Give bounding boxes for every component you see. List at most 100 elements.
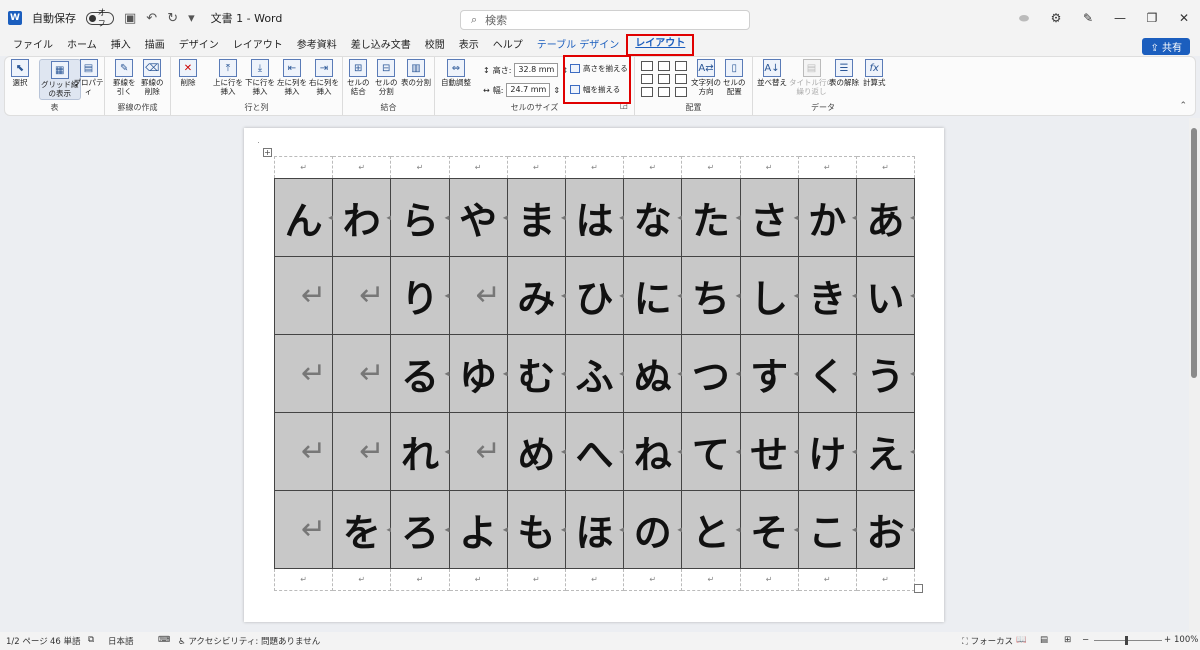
collapse-ribbon-icon[interactable]: ⌃ xyxy=(1179,101,1187,111)
kana-cell[interactable]: ↵ xyxy=(273,490,334,569)
spacer-cell[interactable]: ↵ xyxy=(390,568,450,591)
kana-cell[interactable]: ひ ◂ xyxy=(564,256,625,335)
kana-cell[interactable]: あ ◂ xyxy=(855,178,916,257)
spacer-cell[interactable]: ↵ xyxy=(390,156,450,179)
align-bottom-left-icon[interactable] xyxy=(641,87,653,97)
kana-cell[interactable]: ゆ ◂ xyxy=(448,334,508,413)
draw-table-button[interactable]: ✎ 罫線を 引く xyxy=(113,59,136,96)
kana-cell[interactable]: え ◂ xyxy=(855,412,916,491)
spacer-cell[interactable]: ↵ xyxy=(273,568,334,591)
kana-cell[interactable]: て ◂ xyxy=(681,412,741,491)
tab-references[interactable]: 参考資料 xyxy=(290,36,344,56)
align-top-right-icon[interactable] xyxy=(675,61,687,71)
tab-review[interactable]: 校閲 xyxy=(418,36,452,56)
align-bottom-center-icon[interactable] xyxy=(658,87,670,97)
kana-cell[interactable]: た ◂ xyxy=(681,178,741,257)
spacer-cell[interactable]: ↵ xyxy=(739,156,799,179)
tab-view[interactable]: 表示 xyxy=(452,36,486,56)
language[interactable]: 日本語 xyxy=(108,635,134,647)
kana-cell[interactable]: け ◂ xyxy=(797,412,857,491)
kana-cell[interactable]: な ◂ xyxy=(623,178,683,257)
kana-cell[interactable]: は ◂ xyxy=(564,178,625,257)
properties-button[interactable]: ▤ プロパティ xyxy=(73,59,104,96)
tab-layout[interactable]: レイアウト xyxy=(226,36,290,56)
align-center-left-icon[interactable] xyxy=(641,74,653,84)
split-cells-button[interactable]: ⊟ セルの 分割 xyxy=(375,59,398,96)
undo-icon[interactable]: ↶ xyxy=(146,11,157,26)
spacer-cell[interactable]: ↵ xyxy=(797,568,857,591)
spacer-cell[interactable]: ↵ xyxy=(797,156,857,179)
distribute-rows-button[interactable]: 高さを揃える xyxy=(570,63,628,74)
spacer-cell[interactable]: ↵ xyxy=(855,568,916,591)
tab-mailings[interactable]: 差し込み文書 xyxy=(344,36,418,56)
kana-cell[interactable]: わ ◂ xyxy=(332,178,392,257)
spacer-cell[interactable]: ↵ xyxy=(855,156,916,179)
settings-icon[interactable]: ⚙ xyxy=(1040,11,1072,25)
tab-home[interactable]: ホーム xyxy=(60,36,104,56)
restore-button[interactable]: ❐ xyxy=(1136,11,1168,25)
kana-cell[interactable]: う ◂ xyxy=(855,334,916,413)
kana-cell[interactable]: ↵ xyxy=(273,334,334,413)
tab-file[interactable]: ファイル xyxy=(6,36,60,56)
table-move-handle[interactable]: + xyxy=(263,148,272,157)
autofit-button[interactable]: ⇔ 自動調整 xyxy=(441,59,471,87)
insert-above-button[interactable]: ⤒ 上に行を 挿入 xyxy=(213,59,243,96)
kana-cell[interactable]: と ◂ xyxy=(681,490,741,569)
eraser-button[interactable]: ⌫ 罫線の 削除 xyxy=(141,59,164,96)
web-layout-icon[interactable]: ⊞ xyxy=(1064,635,1071,645)
close-button[interactable]: ✕ xyxy=(1168,11,1200,25)
spacer-cell[interactable]: ↵ xyxy=(506,156,566,179)
spacer-cell[interactable]: ↵ xyxy=(332,568,392,591)
merge-cells-button[interactable]: ⊞ セルの 結合 xyxy=(347,59,370,96)
kana-cell[interactable]: い ◂ xyxy=(855,256,916,335)
kana-cell[interactable]: す ◂ xyxy=(739,334,799,413)
page-count[interactable]: 1/2 ページ xyxy=(6,635,48,647)
kana-cell[interactable]: ↵ xyxy=(273,412,334,491)
spacer-cell[interactable]: ↵ xyxy=(448,156,508,179)
cell-margins-button[interactable]: ▯ セルの 配置 xyxy=(723,59,746,96)
tab-table-layout[interactable]: レイアウト xyxy=(626,34,695,56)
kana-cell[interactable]: そ ◂ xyxy=(739,490,799,569)
zoom-slider[interactable] xyxy=(1094,640,1162,641)
search-box[interactable]: ⌕ 検索 xyxy=(460,10,750,30)
minimize-button[interactable]: — xyxy=(1104,11,1136,25)
kana-cell[interactable]: ら ◂ xyxy=(390,178,450,257)
kana-cell[interactable]: れ ◂ xyxy=(390,412,450,491)
kana-cell[interactable]: を ◂ xyxy=(332,490,392,569)
kana-cell[interactable]: に ◂ xyxy=(623,256,683,335)
kana-cell[interactable]: ふ ◂ xyxy=(564,334,625,413)
zoom-slider-thumb[interactable] xyxy=(1125,636,1128,645)
height-input[interactable]: 32.8 mm xyxy=(514,63,559,77)
kana-cell[interactable]: ち ◂ xyxy=(681,256,741,335)
tab-draw[interactable]: 描画 xyxy=(138,36,172,56)
kana-cell[interactable]: り ◂ xyxy=(390,256,450,335)
scroll-thumb[interactable] xyxy=(1191,128,1197,378)
kana-cell[interactable]: き ◂ xyxy=(797,256,857,335)
kana-cell[interactable]: の ◂ xyxy=(623,490,683,569)
kana-cell[interactable]: も ◂ xyxy=(506,490,566,569)
copilot-icon[interactable]: ⬬ xyxy=(1008,11,1040,26)
kana-cell[interactable]: せ ◂ xyxy=(739,412,799,491)
spacer-cell[interactable]: ↵ xyxy=(623,568,683,591)
text-direction-button[interactable]: A⇄ 文字列の 方向 xyxy=(691,59,721,96)
kana-cell[interactable]: し ◂ xyxy=(739,256,799,335)
table-resize-handle[interactable] xyxy=(914,584,923,593)
formula-button[interactable]: fx 計算式 xyxy=(863,59,886,87)
kana-cell[interactable]: ↵ xyxy=(448,256,508,335)
zoom-in-button[interactable]: + xyxy=(1164,635,1171,645)
width-spinner[interactable]: ⇕ xyxy=(553,86,560,95)
kana-cell[interactable]: こ ◂ xyxy=(797,490,857,569)
align-bottom-right-icon[interactable] xyxy=(675,87,687,97)
kana-cell[interactable]: ↵ xyxy=(273,256,334,335)
align-top-center-icon[interactable] xyxy=(658,61,670,71)
kana-cell[interactable]: ね ◂ xyxy=(623,412,683,491)
redo-icon[interactable]: ↻ xyxy=(167,11,178,26)
pen-icon[interactable]: ✎ xyxy=(1072,11,1104,25)
kana-cell[interactable]: よ ◂ xyxy=(448,490,508,569)
kana-cell[interactable]: ↵ xyxy=(332,334,392,413)
sort-button[interactable]: A↓ 並べ替え xyxy=(757,59,787,87)
kana-cell[interactable]: く ◂ xyxy=(797,334,857,413)
spacer-cell[interactable]: ↵ xyxy=(448,568,508,591)
word-count[interactable]: 46 単語 xyxy=(50,635,81,647)
save-icon[interactable]: ▣ xyxy=(124,11,136,26)
